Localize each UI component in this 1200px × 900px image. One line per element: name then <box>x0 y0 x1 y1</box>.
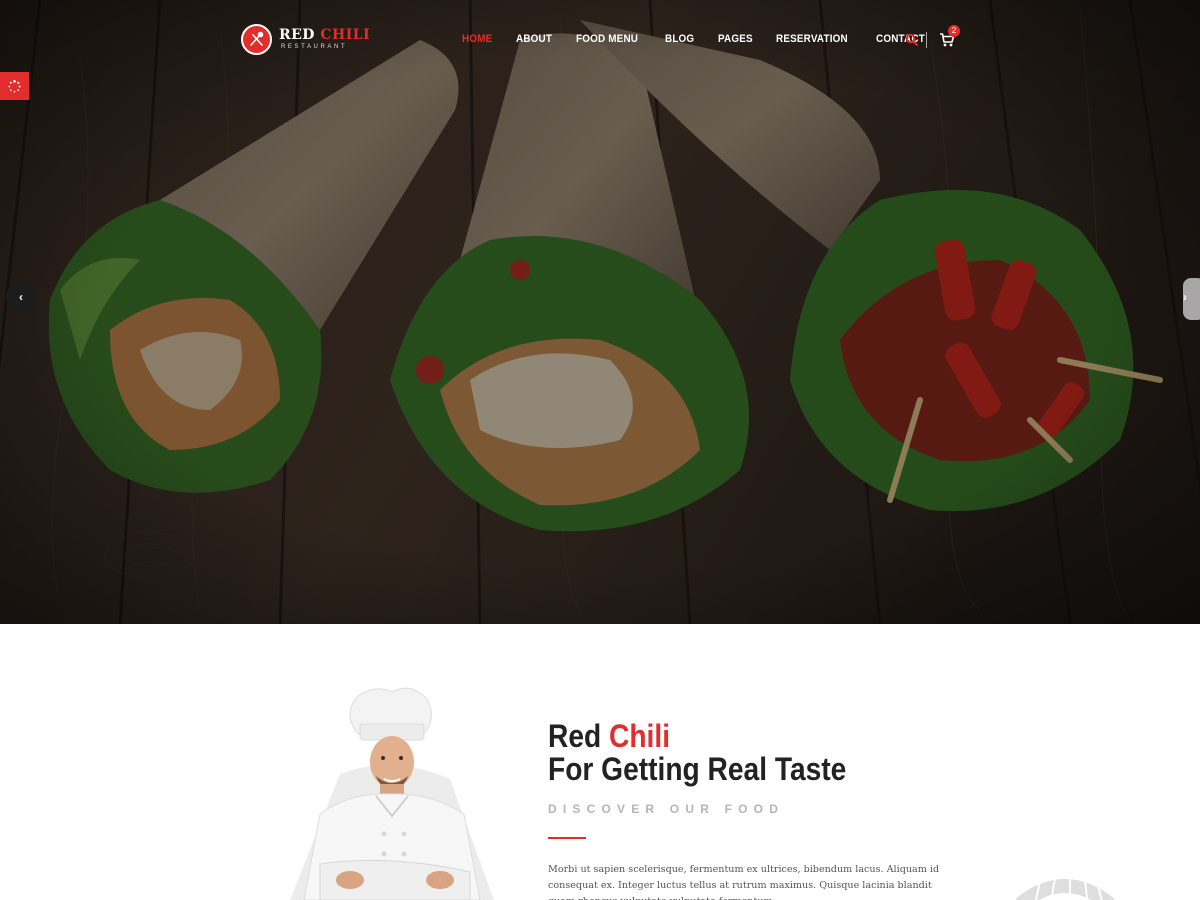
spinner-icon <box>8 80 21 93</box>
nav-food-menu[interactable]: FOOD MENU <box>576 33 638 49</box>
about-heading-accent: Chili <box>609 718 671 754</box>
about-heading-line2: For Getting Real Taste <box>548 751 847 787</box>
brand-tagline: RESTAURANT <box>281 44 348 50</box>
nav-divider <box>926 32 927 48</box>
brand-name-part2: CHILI <box>320 27 371 43</box>
about-subtitle: DISCOVER OUR FOOD <box>548 802 785 816</box>
cart-count-badge: 2 <box>948 25 960 37</box>
nav-about[interactable]: ABOUT <box>516 33 552 49</box>
search-icon[interactable] <box>905 33 919 47</box>
nav-reservation[interactable]: RESERVATION <box>776 33 848 49</box>
section-divider <box>548 837 586 839</box>
nav-home[interactable]: HOME <box>462 33 492 49</box>
about-heading-part1: Red <box>548 718 610 754</box>
chevron-right-icon: › <box>1183 290 1187 304</box>
brand-name: RED CHILI <box>279 27 370 43</box>
settings-toggle[interactable] <box>0 72 29 100</box>
hero-slider: RED CHILI RESTAURANT HOME ABOUT FOOD MEN… <box>0 0 1200 624</box>
chevron-left-icon: ‹ <box>19 290 23 304</box>
main-menu: HOME ABOUT FOOD MENU BLOG PAGES RESERVAT… <box>462 33 950 49</box>
brand-name-part1: RED <box>279 27 321 43</box>
nav-blog[interactable]: BLOG <box>665 33 694 49</box>
about-heading: Red Chili For Getting Real Taste <box>548 720 846 786</box>
hero-food-image <box>0 0 1200 624</box>
logo-utensils-icon <box>241 24 272 55</box>
chef-photo <box>290 687 494 900</box>
brand-logo[interactable]: RED CHILI RESTAURANT <box>241 24 370 56</box>
about-body-text: Morbi ut sapien scelerisque, fermentum e… <box>548 864 940 900</box>
slider-prev-button[interactable]: ‹ <box>6 282 36 312</box>
nav-pages[interactable]: PAGES <box>718 33 753 49</box>
slider-next-button[interactable]: › <box>1170 282 1200 312</box>
grill-decoration-icon <box>1015 877 1115 900</box>
top-navbar: RED CHILI RESTAURANT HOME ABOUT FOOD MEN… <box>0 0 1200 80</box>
about-section: Red Chili For Getting Real Taste DISCOVE… <box>0 624 1200 900</box>
